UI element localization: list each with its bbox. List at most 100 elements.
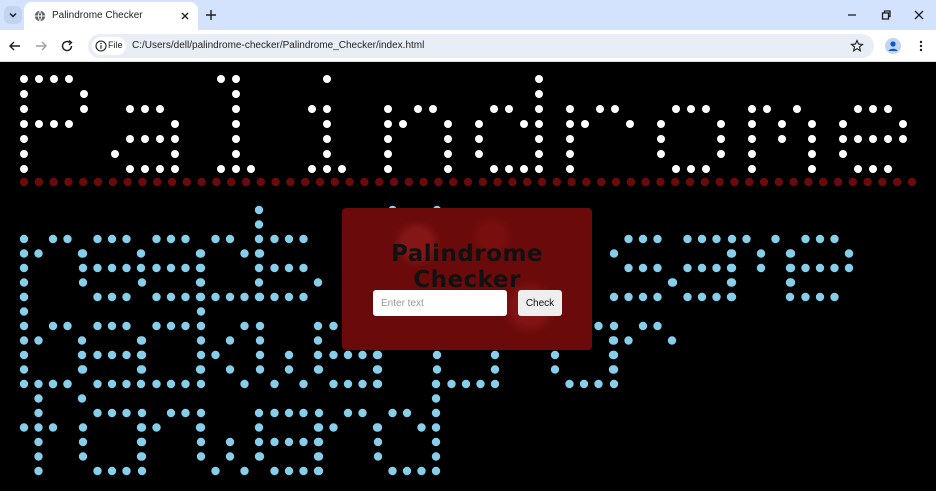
matrix-dot	[166, 408, 176, 418]
matrix-dot	[156, 135, 164, 143]
divider-dot	[848, 177, 857, 187]
matrix-dot	[136, 263, 146, 273]
matrix-dot	[232, 120, 240, 128]
matrix-dot	[727, 278, 737, 287]
minimize-icon[interactable]	[845, 8, 859, 22]
divider-dots	[19, 177, 917, 187]
matrix-dot	[181, 263, 190, 273]
divider-dot	[700, 177, 709, 187]
divider-dot	[19, 177, 29, 187]
matrix-dot	[384, 105, 392, 113]
profile-avatar[interactable]	[885, 38, 901, 54]
divider-dot	[241, 177, 251, 187]
matrix-dot	[314, 408, 324, 418]
matrix-dot	[402, 466, 412, 476]
matrix-dot	[712, 234, 721, 244]
matrix-dot	[808, 120, 816, 128]
address-bar[interactable]: File C:/Users/dell/palindrome-checker/Pa…	[88, 34, 874, 58]
matrix-dot	[196, 408, 206, 418]
url-text[interactable]: C:/Users/dell/palindrome-checker/Palindr…	[132, 40, 424, 51]
divider-dot	[79, 177, 88, 187]
matrix-dot	[34, 336, 43, 345]
matrix-dot	[254, 423, 264, 432]
matrix-dot	[786, 278, 796, 287]
matrix-dot	[126, 135, 134, 143]
matrix-dot	[594, 321, 603, 331]
matrix-dot	[314, 466, 324, 476]
matrix-dot	[122, 234, 131, 244]
divider-dot	[389, 177, 399, 187]
matrix-dot	[609, 292, 619, 302]
divider-dot	[745, 177, 754, 187]
divider-dot	[597, 177, 606, 187]
matrix-dot	[657, 135, 665, 143]
new-tab-icon[interactable]	[204, 8, 218, 22]
divider-dot	[301, 177, 310, 187]
matrix-dot	[141, 165, 149, 173]
matrix-dot	[444, 165, 452, 173]
close-window-icon[interactable]	[912, 8, 926, 22]
divider-dot	[138, 177, 147, 187]
matrix-dot	[308, 165, 316, 173]
close-icon[interactable]	[180, 11, 190, 21]
reload-icon[interactable]	[60, 39, 74, 53]
more-vert-icon[interactable]	[914, 39, 928, 53]
matrix-dot	[727, 249, 737, 258]
matrix-dot	[225, 365, 235, 374]
matrix-dot	[444, 135, 452, 143]
matrix-dot	[122, 263, 131, 273]
matrix-dot	[78, 423, 88, 432]
divider-dot	[819, 177, 828, 187]
site-info-chip[interactable]: File	[92, 37, 126, 55]
check-button[interactable]: Check	[518, 290, 562, 316]
matrix-dot	[329, 379, 338, 389]
divider-dot	[552, 177, 561, 187]
divider-dot	[478, 177, 487, 187]
forward-arrow-icon[interactable]	[34, 39, 48, 53]
matrix-dot	[323, 150, 331, 158]
matrix-dot	[565, 379, 574, 389]
matrix-dot	[107, 408, 117, 418]
divider-dot	[893, 177, 902, 187]
back-arrow-icon[interactable]	[8, 39, 22, 53]
divider-dot	[404, 177, 413, 187]
matrix-dot	[78, 263, 88, 273]
matrix-dot	[854, 135, 862, 143]
matrix-dot	[255, 249, 265, 258]
matrix-dot	[196, 423, 206, 432]
divider-dot	[833, 177, 843, 187]
matrix-dot	[313, 321, 323, 331]
matrix-dot	[475, 120, 483, 128]
matrix-dot	[270, 408, 279, 418]
matrix-dot	[786, 263, 796, 273]
tab-palindrome-checker[interactable]: Palindrome Checker	[24, 2, 198, 30]
matrix-dot	[801, 234, 810, 244]
matrix-dot	[475, 150, 483, 158]
matrix-dot	[107, 379, 117, 389]
matrix-dot	[93, 408, 102, 418]
text-input[interactable]	[373, 290, 507, 316]
restore-icon[interactable]	[879, 8, 893, 22]
matrix-dot	[19, 278, 29, 287]
matrix-dot	[78, 278, 88, 287]
divider-dot	[656, 177, 665, 187]
matrix-dot	[122, 379, 131, 389]
matrix-dot	[122, 292, 131, 302]
matrix-dot	[270, 234, 279, 244]
matrix-dot	[653, 292, 662, 302]
bookmark-star-icon[interactable]	[850, 39, 864, 53]
matrix-dot	[490, 379, 500, 389]
info-icon	[95, 40, 107, 52]
matrix-dot	[717, 150, 725, 158]
matrix-dot	[181, 379, 190, 389]
matrix-dot	[624, 336, 633, 345]
matrix-dot	[299, 379, 308, 389]
matrix-dot	[225, 336, 235, 345]
matrix-dot	[431, 437, 441, 447]
matrix-dot	[19, 234, 29, 244]
matrix-dot	[111, 150, 119, 158]
tab-search-button[interactable]	[4, 6, 22, 24]
matrix-dot	[166, 321, 176, 331]
checker-panel: Palindrome Checker Check	[342, 208, 592, 350]
matrix-dot	[122, 350, 131, 360]
